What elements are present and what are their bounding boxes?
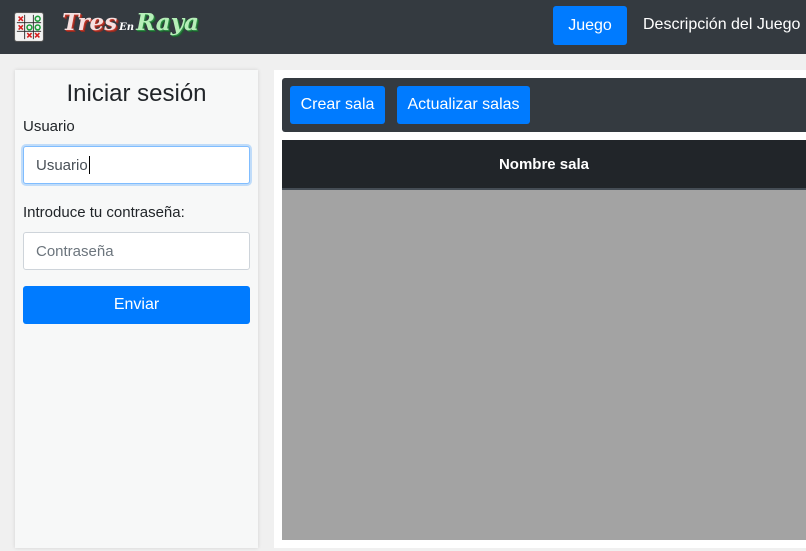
tic-tac-toe-board-icon[interactable] xyxy=(14,12,44,42)
room-name-column-header: Nombre sala xyxy=(498,155,590,173)
login-title: Iniciar sesión xyxy=(66,80,207,107)
create-room-button[interactable]: Crear sala xyxy=(290,86,385,124)
username-input-value: Usuario xyxy=(36,156,88,174)
rooms-panel: Crear sala Actualizar salas Nombre sala xyxy=(274,70,806,548)
login-panel: Iniciar sesión Usuario Usuario Introduce… xyxy=(15,70,258,548)
rooms-table: Nombre sala xyxy=(282,140,806,540)
refresh-rooms-button[interactable]: Actualizar salas xyxy=(397,86,530,124)
top-navbar: Tres EnRaya Juego Descripción del Juego xyxy=(0,0,806,54)
password-placeholder: Contraseña xyxy=(36,242,114,260)
nav-juego-button[interactable]: Juego xyxy=(553,6,627,45)
rooms-table-body[interactable] xyxy=(282,190,806,540)
rooms-table-header: Nombre sala xyxy=(282,140,806,190)
password-label: Introduce tu contraseña: xyxy=(23,204,185,221)
brand-word-en: En xyxy=(119,22,135,33)
nav-descripcion-link[interactable]: Descripción del Juego xyxy=(643,16,800,34)
username-label: Usuario xyxy=(23,118,75,135)
password-input[interactable]: Contraseña xyxy=(23,232,250,270)
rooms-toolbar: Crear sala Actualizar salas xyxy=(282,78,806,132)
text-caret xyxy=(88,156,90,174)
username-input[interactable]: Usuario xyxy=(23,146,250,184)
brand-logo[interactable]: Tres EnRaya xyxy=(62,9,199,45)
brand-word-raya: Raya xyxy=(136,9,199,36)
brand-word-tres: Tres xyxy=(62,9,118,36)
submit-button[interactable]: Enviar xyxy=(23,286,250,324)
